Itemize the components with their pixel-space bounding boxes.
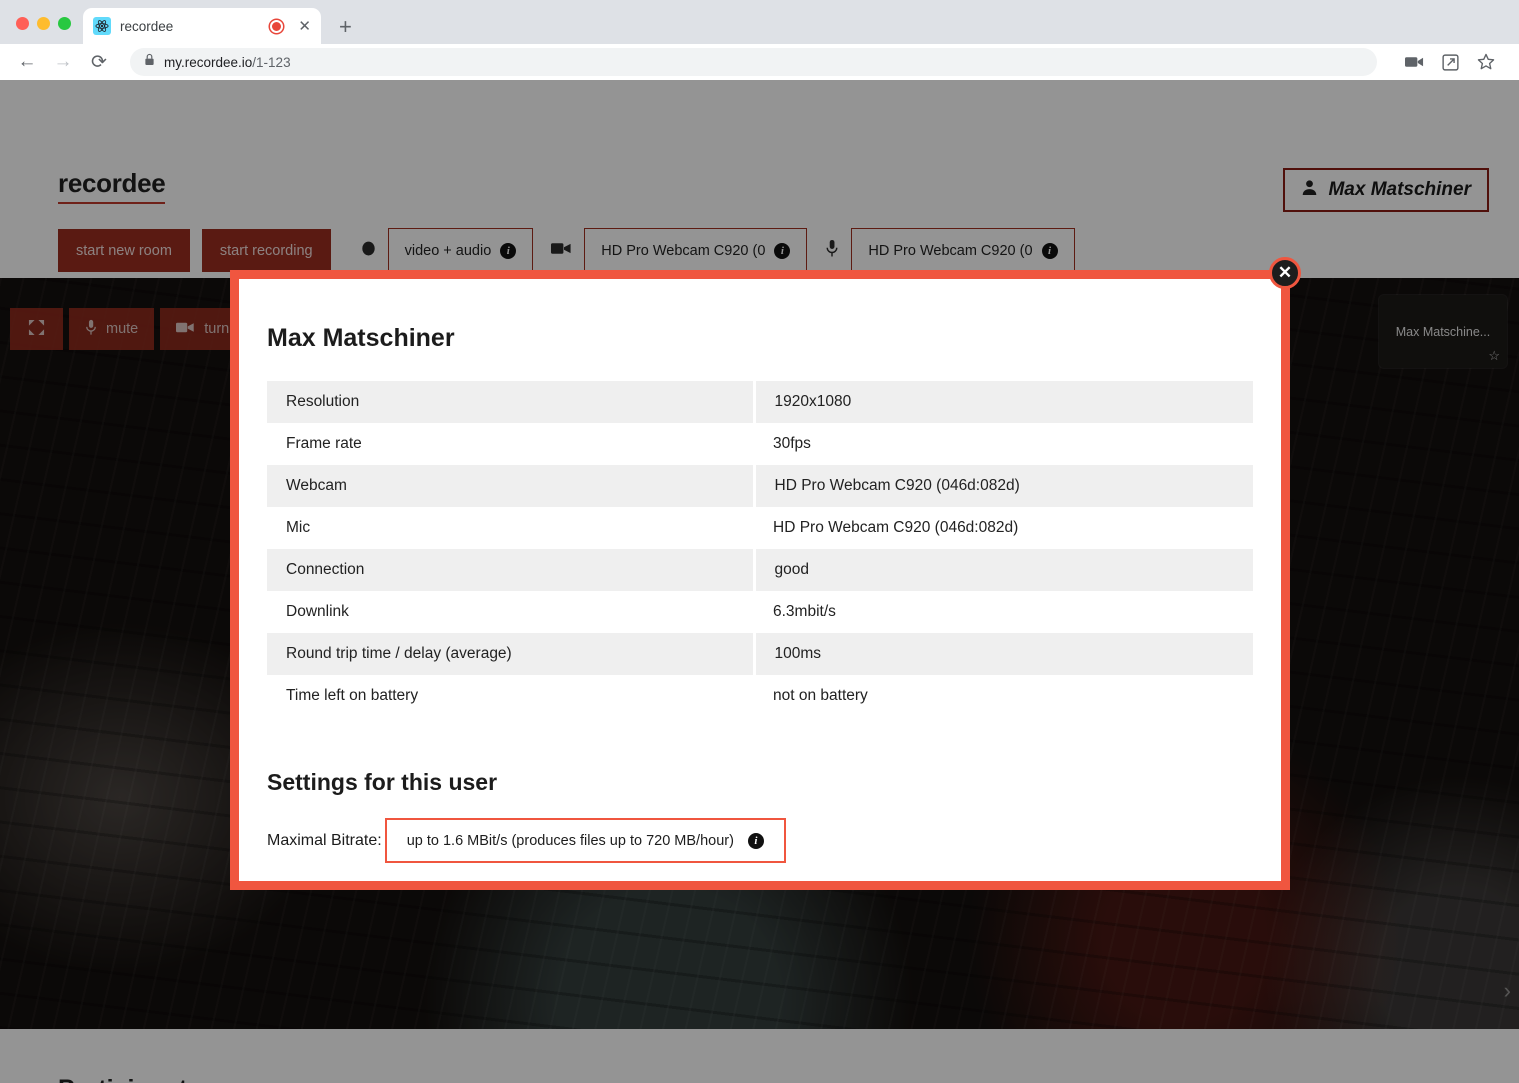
table-cell-key: Downlink bbox=[286, 603, 349, 620]
video-camera-icon[interactable] bbox=[1405, 55, 1424, 69]
table-row: Webcam HD Pro Webcam C920 (046d:082d) bbox=[267, 465, 1253, 507]
open-external-icon[interactable] bbox=[1442, 53, 1459, 71]
arrow-left-icon[interactable]: ← bbox=[16, 51, 38, 73]
modal-title: Max Matschiner bbox=[267, 324, 455, 352]
window-maximize-button[interactable] bbox=[58, 17, 71, 30]
modal-close-button[interactable]: ✕ bbox=[1269, 257, 1301, 289]
plus-icon[interactable]: + bbox=[339, 16, 352, 38]
tab-title: recordee bbox=[120, 18, 174, 34]
bitrate-row: Maximal Bitrate: up to 1.6 MBit/s (produ… bbox=[267, 818, 1253, 863]
table-cell-value: HD Pro Webcam C920 (046d:082d) bbox=[773, 519, 1019, 536]
modal-backdrop-bottom bbox=[0, 1029, 1519, 1083]
table-cell-key: Connection bbox=[267, 549, 756, 591]
table-row: Time left on battery not on battery bbox=[267, 675, 1253, 717]
table-cell-value: not on battery bbox=[773, 687, 868, 704]
table-cell-key: Webcam bbox=[267, 465, 756, 507]
address-input[interactable]: my.recordee.io/1-123 bbox=[130, 48, 1377, 76]
window-minimize-button[interactable] bbox=[37, 17, 50, 30]
arrow-right-icon[interactable]: → bbox=[52, 51, 74, 73]
modal-backdrop-top bbox=[0, 80, 1519, 278]
table-cell-value: 1920x1080 bbox=[754, 381, 1253, 423]
browser-toolbar-icons bbox=[1391, 53, 1503, 71]
record-dot-icon bbox=[270, 19, 284, 33]
table-row: Connection good bbox=[267, 549, 1253, 591]
table-cell-value: 6.3mbit/s bbox=[773, 603, 836, 620]
url-bar: ← → ⟳ my.recordee.io/1-123 bbox=[0, 44, 1519, 80]
table-cell-key: Round trip time / delay (average) bbox=[267, 633, 756, 675]
table-row: Downlink 6.3mbit/s bbox=[267, 591, 1253, 633]
table-cell-key: Time left on battery bbox=[286, 687, 419, 704]
table-row: Mic HD Pro Webcam C920 (046d:082d) bbox=[267, 507, 1253, 549]
table-cell-value: HD Pro Webcam C920 (046d:082d) bbox=[754, 465, 1253, 507]
user-details-modal: Max Matschiner Resolution 1920x1080 Frame … bbox=[230, 270, 1290, 890]
table-cell-value: 30fps bbox=[773, 435, 811, 452]
settings-section-title: Settings for this user bbox=[267, 769, 498, 795]
info-icon[interactable]: i bbox=[747, 832, 764, 849]
react-logo-icon bbox=[93, 17, 111, 35]
bitrate-select[interactable]: up to 1.6 MBit/s (produces files up to 7… bbox=[384, 818, 786, 863]
browser-tab[interactable]: recordee ✕ bbox=[83, 8, 321, 44]
table-row: Resolution 1920x1080 bbox=[267, 381, 1253, 423]
bookmark-star-icon[interactable] bbox=[1477, 53, 1495, 71]
table-row: Round trip time / delay (average) 100ms bbox=[267, 633, 1253, 675]
bitrate-select-value: up to 1.6 MBit/s (produces files up to 7… bbox=[406, 832, 734, 849]
lock-icon bbox=[144, 53, 155, 71]
user-info-table: Resolution 1920x1080 Frame rate 30fps Webcam… bbox=[267, 381, 1253, 717]
window-close-button[interactable] bbox=[16, 17, 29, 30]
table-row: Frame rate 30fps bbox=[267, 423, 1253, 465]
browser-window: recordee ✕ + ← → ⟳ my.recordee.io/1-123 bbox=[0, 0, 1519, 1083]
table-cell-value: good bbox=[754, 549, 1253, 591]
close-icon[interactable]: ✕ bbox=[298, 19, 311, 34]
bitrate-label: Maximal Bitrate: bbox=[267, 831, 382, 849]
reload-icon[interactable]: ⟳ bbox=[88, 51, 110, 74]
table-cell-key: Resolution bbox=[267, 381, 756, 423]
address-text: my.recordee.io/1-123 bbox=[164, 54, 291, 70]
table-cell-value: 100ms bbox=[754, 633, 1253, 675]
tab-strip: recordee ✕ + bbox=[0, 0, 1519, 44]
table-cell-key: Mic bbox=[286, 519, 311, 536]
window-traffic-lights bbox=[10, 17, 83, 44]
table-cell-key: Frame rate bbox=[286, 435, 362, 452]
